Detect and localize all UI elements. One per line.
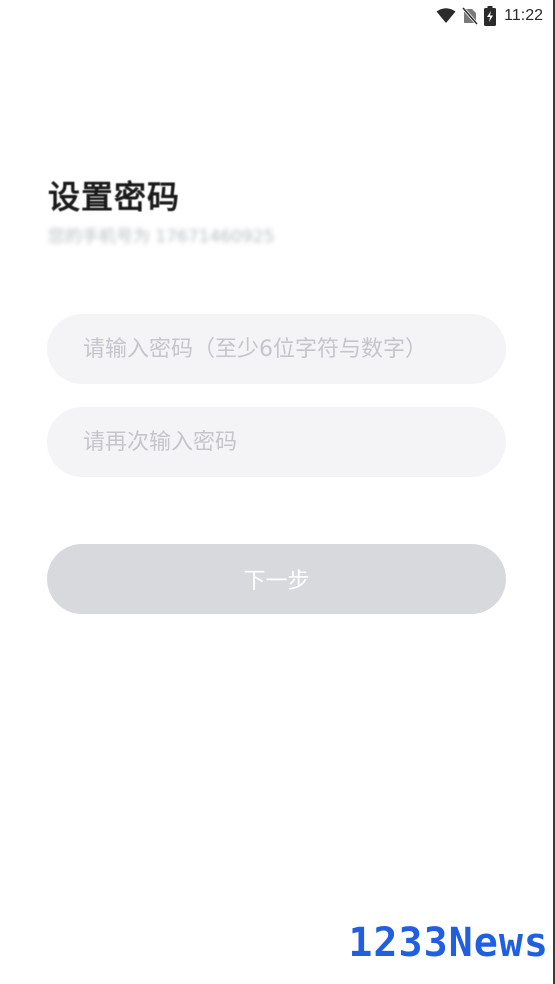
status-icons: 11:22 — [436, 5, 543, 27]
battery-charging-icon — [484, 6, 497, 26]
password-input[interactable] — [83, 336, 506, 362]
confirm-password-input[interactable] — [83, 429, 506, 455]
status-time: 11:22 — [504, 7, 543, 24]
next-step-label: 下一步 — [243, 569, 310, 594]
phone-number-hint: 您的手机号为 17671460925 — [48, 227, 275, 247]
page-title: 设置密码 — [48, 178, 181, 216]
set-password-screen: 11:22 设置密码 您的手机号为 17671460925 下一步 1233Ne… — [0, 0, 555, 984]
confirm-password-field[interactable] — [47, 407, 506, 477]
next-step-button[interactable]: 下一步 — [47, 544, 506, 614]
status-bar: 11:22 — [0, 0, 555, 32]
no-sim-icon — [462, 7, 479, 25]
watermark-logo: 1233News — [348, 920, 549, 966]
wifi-icon — [436, 8, 456, 24]
password-field[interactable] — [47, 314, 506, 384]
